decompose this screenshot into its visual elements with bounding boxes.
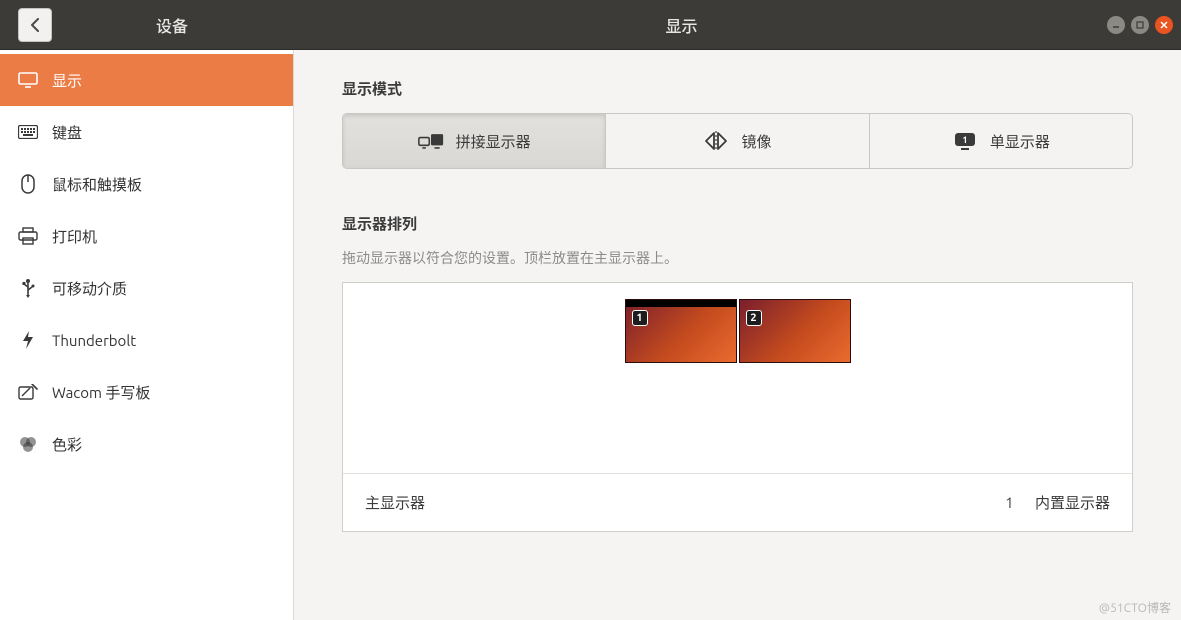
mode-mirror[interactable]: 镜像	[606, 114, 869, 168]
sidebar-item-label: 可移动介质	[52, 278, 127, 299]
back-button[interactable]	[18, 8, 52, 42]
display-arrangement-canvas[interactable]: 1 2	[343, 283, 1132, 473]
mode-label: 镜像	[741, 131, 771, 152]
display-arrangement-help: 拖动显示器以符合您的设置。顶栏放置在主显示器上。	[342, 248, 1133, 268]
monitor-topbar	[626, 300, 736, 307]
usb-icon	[18, 278, 38, 298]
sidebar-item-label: 打印机	[52, 226, 97, 247]
main-content: 显示模式 拼接显示器 镜像 1 单显示器 显示器排列 拖	[294, 50, 1181, 620]
window-body: 显示 键盘 鼠标和触摸板 打印机 可移动介质	[0, 50, 1181, 620]
display-arrangement-panel: 1 2 主显示器 1 内置显示器	[342, 282, 1133, 532]
monitor-1[interactable]: 1	[625, 299, 737, 363]
primary-display-name: 内置显示器	[1035, 494, 1110, 511]
sidebar-item-label: Thunderbolt	[52, 332, 136, 349]
window-maximize-button[interactable]	[1131, 16, 1149, 34]
display-mode-heading: 显示模式	[342, 78, 1133, 99]
tablet-icon	[18, 382, 38, 402]
sidebar-item-thunderbolt[interactable]: Thunderbolt	[0, 314, 293, 366]
mode-single-display[interactable]: 1 单显示器	[870, 114, 1132, 168]
sidebar-item-removable-media[interactable]: 可移动介质	[0, 262, 293, 314]
sidebar-item-keyboard[interactable]: 键盘	[0, 106, 293, 158]
sidebar-item-color[interactable]: 色彩	[0, 418, 293, 470]
single-display-icon: 1	[952, 131, 978, 151]
primary-display-label: 主显示器	[365, 492, 425, 513]
sidebar-item-label: Wacom 手写板	[52, 382, 150, 403]
mode-join-displays[interactable]: 拼接显示器	[343, 114, 606, 168]
mode-label: 拼接显示器	[456, 131, 531, 152]
sidebar-header-title: 设备	[52, 13, 292, 37]
chevron-left-icon	[30, 18, 40, 32]
display-arrangement-heading: 显示器排列	[342, 213, 1133, 234]
window-header: 设备 显示	[0, 0, 1181, 50]
minimize-icon	[1112, 21, 1120, 29]
sidebar-item-displays[interactable]: 显示	[0, 54, 293, 106]
primary-display-index: 1	[1005, 494, 1013, 511]
page-title: 显示	[292, 13, 1071, 37]
keyboard-icon	[18, 122, 38, 142]
sidebar-item-printers[interactable]: 打印机	[0, 210, 293, 262]
mouse-icon	[18, 174, 38, 194]
maximize-icon	[1136, 21, 1144, 29]
close-icon	[1160, 21, 1168, 29]
display-mode-segmented: 拼接显示器 镜像 1 单显示器	[342, 113, 1133, 169]
color-icon	[18, 434, 38, 454]
primary-display-value: 1 内置显示器	[1005, 492, 1110, 513]
window-controls	[1107, 16, 1173, 34]
printer-icon	[18, 226, 38, 246]
sidebar-item-label: 鼠标和触摸板	[52, 174, 142, 195]
window-minimize-button[interactable]	[1107, 16, 1125, 34]
sidebar-item-mouse-touchpad[interactable]: 鼠标和触摸板	[0, 158, 293, 210]
window-close-button[interactable]	[1155, 16, 1173, 34]
join-displays-icon	[418, 131, 444, 151]
monitor-2[interactable]: 2	[739, 299, 851, 363]
mirror-icon	[703, 131, 729, 151]
sidebar: 显示 键盘 鼠标和触摸板 打印机 可移动介质	[0, 50, 294, 620]
sidebar-item-label: 色彩	[52, 434, 82, 455]
sidebar-item-label: 显示	[52, 70, 82, 91]
monitor-number-badge: 2	[746, 310, 762, 326]
sidebar-item-label: 键盘	[52, 122, 82, 143]
display-icon	[18, 70, 38, 90]
mode-label: 单显示器	[990, 131, 1050, 152]
svg-text:1: 1	[962, 135, 967, 145]
thunderbolt-icon	[18, 330, 38, 350]
primary-display-row[interactable]: 主显示器 1 内置显示器	[343, 473, 1132, 531]
monitor-number-badge: 1	[632, 310, 648, 326]
sidebar-item-wacom-tablet[interactable]: Wacom 手写板	[0, 366, 293, 418]
